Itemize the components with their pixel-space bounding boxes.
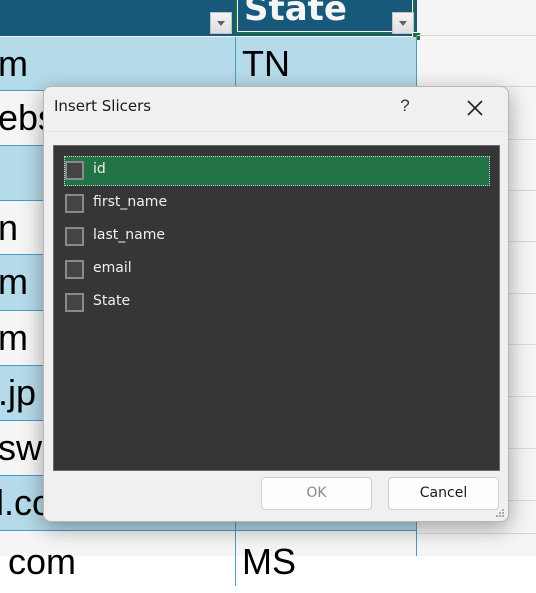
field-item-email[interactable]: email xyxy=(64,255,490,285)
checkbox-email[interactable] xyxy=(65,260,84,279)
title-separator xyxy=(44,131,508,132)
header-cell-email[interactable] xyxy=(0,0,235,36)
field-item-first-name[interactable]: first_name xyxy=(64,189,490,219)
ok-button[interactable]: OK xyxy=(261,477,372,510)
field-label: State xyxy=(93,293,131,309)
filter-dropdown-button-email[interactable] xyxy=(210,12,232,34)
header-state-label: State xyxy=(244,0,347,29)
table-row: m TN xyxy=(0,37,417,91)
checkbox-id[interactable] xyxy=(65,161,84,180)
cell-text: com xyxy=(8,541,77,582)
resize-grip-icon[interactable] xyxy=(496,509,505,518)
cell-email[interactable]: m xyxy=(0,37,235,90)
field-label: first_name xyxy=(93,194,168,210)
cancel-button[interactable]: Cancel xyxy=(388,477,499,510)
table-row: com MS xyxy=(0,531,417,586)
header-cell-state[interactable]: State xyxy=(235,0,415,34)
gridline xyxy=(417,35,536,36)
field-label: id xyxy=(93,161,106,177)
field-list[interactable]: id first_name last_name email State xyxy=(53,145,500,471)
filter-dropdown-button-state[interactable] xyxy=(392,12,414,34)
cell-text: m xyxy=(0,43,28,84)
field-item-id[interactable]: id xyxy=(64,156,490,186)
checkbox-first-name[interactable] xyxy=(65,194,84,213)
field-item-state[interactable]: State xyxy=(64,288,490,318)
checkbox-state[interactable] xyxy=(65,293,84,312)
field-label: email xyxy=(93,260,132,276)
close-icon xyxy=(467,100,483,116)
field-item-last-name[interactable]: last_name xyxy=(64,222,490,252)
cell-email[interactable]: com xyxy=(0,531,235,586)
checkbox-last-name[interactable] xyxy=(65,227,84,246)
help-button[interactable]: ? xyxy=(398,96,412,116)
cell-state[interactable]: TN xyxy=(235,37,417,90)
field-label: last_name xyxy=(93,227,165,243)
cell-state[interactable]: MS xyxy=(235,531,417,586)
dialog-title: Insert Slicers xyxy=(54,97,152,115)
gridline xyxy=(417,533,536,534)
insert-slicers-dialog: Insert Slicers ? id first_name last_name… xyxy=(43,86,509,522)
close-button[interactable] xyxy=(464,97,486,119)
